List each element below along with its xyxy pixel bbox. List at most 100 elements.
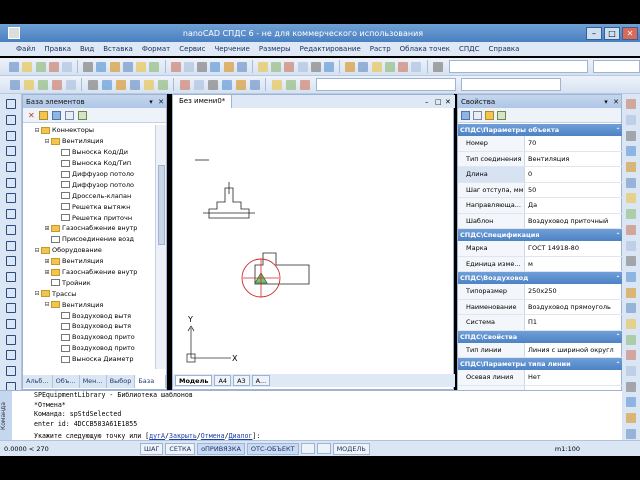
- property-row[interactable]: Система П1: [458, 315, 623, 331]
- draw-tool-icon[interactable]: [4, 145, 18, 158]
- tree-item[interactable]: ⊟ Вентиляция: [23, 299, 155, 310]
- draw-tool-icon[interactable]: [4, 129, 18, 142]
- option-cancel[interactable]: Отмена: [201, 432, 225, 440]
- draw-tool-icon[interactable]: [4, 192, 18, 205]
- menu-item[interactable]: Черчение: [214, 45, 249, 53]
- pin-icon[interactable]: ▾: [146, 98, 156, 106]
- menu-item[interactable]: Размеры: [259, 45, 291, 53]
- minimize-button[interactable]: –: [586, 26, 602, 40]
- menu-item[interactable]: Вставка: [103, 45, 133, 53]
- status-toggle-button[interactable]: оПРИВЯЗКА: [197, 442, 245, 455]
- draw-tool-icon[interactable]: [4, 176, 18, 189]
- toolbar-button-icon[interactable]: [323, 60, 335, 73]
- edit-tool-icon[interactable]: [624, 271, 638, 284]
- property-row[interactable]: Единица изме... м: [458, 256, 623, 272]
- tree-item[interactable]: ⊟ Оборудование: [23, 245, 155, 256]
- property-group-header[interactable]: СПДС\Параметры объекта ⌃: [458, 124, 623, 136]
- toolbar-button-icon[interactable]: [222, 60, 234, 73]
- toolbar-button-icon[interactable]: [8, 78, 21, 91]
- toolbar-button-icon[interactable]: [344, 60, 356, 73]
- close-button[interactable]: ✕: [622, 26, 638, 40]
- toolbar-button-icon[interactable]: [95, 60, 107, 73]
- edit-tool-icon[interactable]: [624, 208, 638, 221]
- tree-item[interactable]: ⊞ Газоснабжение внутр: [23, 267, 155, 278]
- tree-item[interactable]: Выноска Код/Ди: [23, 147, 155, 158]
- edit-tool-icon[interactable]: [624, 380, 638, 393]
- toolbar-button-icon[interactable]: [206, 78, 219, 91]
- edit-tool-icon[interactable]: [624, 349, 638, 362]
- expand-toggle-icon[interactable]: ⊞: [43, 258, 51, 265]
- draw-tool-icon[interactable]: [4, 98, 18, 111]
- edit-tool-icon[interactable]: [624, 365, 638, 378]
- toolbar-button-icon[interactable]: [82, 60, 94, 73]
- menu-item[interactable]: Редактирование: [300, 45, 361, 53]
- edit-tool-icon[interactable]: [624, 318, 638, 331]
- property-row[interactable]: Шаблон Воздуховод приточный: [458, 213, 623, 229]
- draw-tool-icon[interactable]: [4, 239, 18, 252]
- property-row[interactable]: Длина 0: [458, 167, 623, 183]
- draw-tool-icon[interactable]: [4, 349, 18, 362]
- maximize-button[interactable]: □: [604, 26, 620, 40]
- edit-tool-icon[interactable]: [624, 98, 638, 111]
- toolbar-button-icon[interactable]: [196, 60, 208, 73]
- expand-toggle-icon[interactable]: ⊞: [43, 225, 51, 232]
- property-value[interactable]: Воздуховод прямоуголь: [525, 300, 623, 315]
- edit-tool-icon[interactable]: [624, 192, 638, 205]
- toolbar-button-icon[interactable]: [284, 78, 297, 91]
- toolbar-button-icon[interactable]: [64, 78, 77, 91]
- property-row[interactable]: Номер 70: [458, 136, 623, 152]
- toolbar-button-icon[interactable]: [297, 60, 309, 73]
- panel-close-icon[interactable]: ✕: [156, 98, 166, 106]
- toolbar-button-icon[interactable]: [142, 78, 155, 91]
- tree-item[interactable]: Диффузор потоло: [23, 179, 155, 190]
- elements-scrollbar[interactable]: [155, 125, 166, 369]
- toolbar-button-icon[interactable]: [50, 78, 63, 91]
- toolbar-button-icon[interactable]: [114, 78, 127, 91]
- expand-toggle-icon[interactable]: ⊟: [33, 127, 41, 134]
- doc-close-icon[interactable]: ✕: [445, 98, 455, 106]
- toolbar-button-icon[interactable]: [22, 78, 35, 91]
- expand-toggle-icon[interactable]: ⊟: [43, 138, 51, 145]
- toolbar-button-icon[interactable]: [410, 60, 422, 73]
- panel-tab[interactable]: Мен...: [80, 375, 107, 388]
- status-toggle-button[interactable]: ОТС-ОБЪЕКТ: [246, 442, 299, 455]
- panel-tab[interactable]: Выбор: [107, 375, 136, 388]
- property-value[interactable]: Линия с шириной округл: [525, 343, 623, 358]
- toolbar-combo[interactable]: [448, 60, 589, 73]
- option-arc[interactable]: дугА: [149, 432, 165, 440]
- draw-tool-icon[interactable]: [4, 271, 18, 284]
- option-close[interactable]: Закрыть: [169, 432, 197, 440]
- toolbar-button-icon[interactable]: [384, 60, 396, 73]
- property-row[interactable]: Наименование Воздуховод прямоуголь: [458, 299, 623, 315]
- toolbar-button-icon[interactable]: [220, 78, 233, 91]
- doc-minimize-icon[interactable]: –: [425, 98, 435, 106]
- property-value[interactable]: П1: [525, 315, 623, 330]
- scale-readout[interactable]: m1:100: [555, 445, 580, 453]
- toolbar-button-icon[interactable]: [48, 60, 60, 73]
- edit-tool-icon[interactable]: [624, 333, 638, 346]
- edit-tool-icon[interactable]: [624, 302, 638, 315]
- expand-toggle-icon[interactable]: ⊟: [33, 247, 41, 254]
- property-value[interactable]: м: [525, 257, 623, 272]
- toolbar-button-icon[interactable]: [192, 78, 205, 91]
- edit-tool-icon[interactable]: [624, 427, 638, 440]
- toolbar-button-icon[interactable]: [248, 78, 261, 91]
- tree-item[interactable]: Тройник: [23, 277, 155, 288]
- toolbar-button-icon[interactable]: [257, 60, 269, 73]
- property-group-header[interactable]: СПДС\Свойства ⌃: [458, 330, 623, 343]
- toolbar-combo[interactable]: [316, 78, 456, 91]
- tree-item[interactable]: Дроссель-клапан: [23, 190, 155, 201]
- property-row[interactable]: Типоразмер 250x250: [458, 284, 623, 300]
- property-group-header[interactable]: СПДС\Спецификация ⌃: [458, 229, 623, 241]
- toolbar-button-icon[interactable]: [148, 60, 160, 73]
- menu-item[interactable]: Растр: [370, 45, 391, 53]
- toolbar-button-icon[interactable]: [86, 78, 99, 91]
- tree-item[interactable]: Выноска Код/Тип: [23, 158, 155, 169]
- tree-item[interactable]: Решетка приточн: [23, 212, 155, 223]
- tree-item[interactable]: ⊞ Газоснабжение внутр: [23, 223, 155, 234]
- edit-tool-icon[interactable]: [624, 224, 638, 237]
- toolbar-button-icon[interactable]: [283, 60, 295, 73]
- property-value[interactable]: Да: [525, 198, 623, 213]
- toolbar-button-icon[interactable]: [298, 78, 311, 91]
- draw-tool-icon[interactable]: [4, 224, 18, 237]
